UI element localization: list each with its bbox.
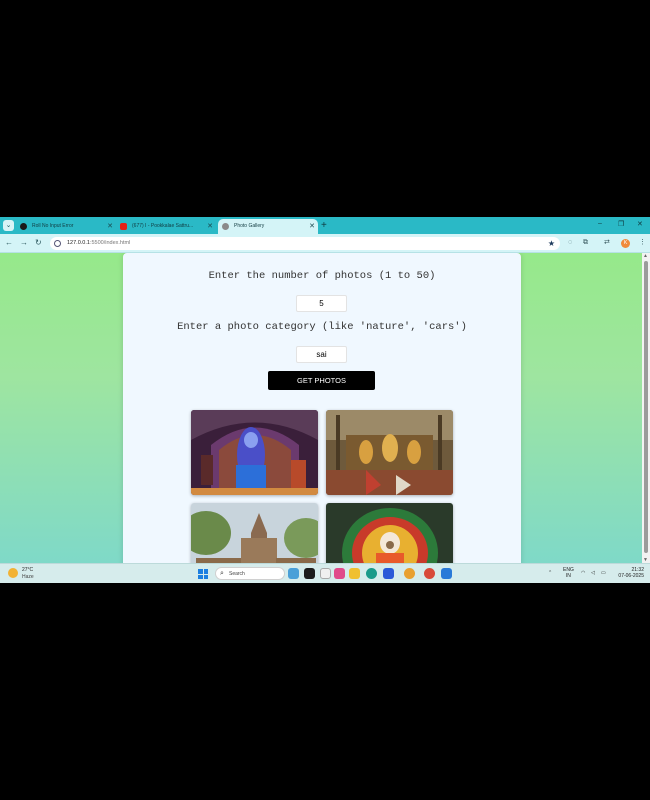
- profile-avatar[interactable]: K: [621, 239, 630, 248]
- forward-arrow-icon[interactable]: →: [20, 238, 28, 248]
- battery-icon[interactable]: ▭: [601, 570, 606, 576]
- screen: ⌄ Roll No Input Error ✕ (677) I - Pookka…: [0, 217, 650, 583]
- file-explorer-icon[interactable]: [349, 568, 360, 579]
- cast-icon[interactable]: ◌: [568, 238, 572, 248]
- tab-title: Roll No Input Error: [32, 223, 74, 229]
- search-label: Search: [229, 571, 245, 577]
- globe-icon: [222, 223, 229, 230]
- copilot-icon[interactable]: [320, 568, 331, 579]
- language-bottom: IN: [565, 573, 571, 579]
- store-icon[interactable]: [383, 568, 394, 579]
- page-scrollbar[interactable]: ▲ ▼: [642, 253, 650, 563]
- translate-icon[interactable]: ⇄: [604, 238, 610, 248]
- gallery-photo[interactable]: [326, 503, 453, 563]
- windows-taskbar: 27°C Haze ⌕ Search ⌃ ENG IN ◠ ◁ ▭ 21:32 …: [0, 563, 650, 583]
- volume-icon[interactable]: ◁: [591, 570, 595, 576]
- search-icon: ⌕: [220, 570, 224, 577]
- close-icon[interactable]: ✕: [309, 219, 315, 234]
- wifi-icon[interactable]: ◠: [581, 570, 585, 576]
- bookmark-star-icon[interactable]: ★: [548, 237, 555, 250]
- tray-overflow-icon[interactable]: ⌃: [548, 570, 552, 576]
- chrome-icon[interactable]: [404, 568, 415, 579]
- site-info-icon[interactable]: [54, 240, 61, 247]
- app-icon[interactable]: [334, 568, 345, 579]
- vscode-icon[interactable]: [441, 568, 452, 579]
- widgets-icon[interactable]: [288, 568, 299, 579]
- scrollbar-thumb[interactable]: [644, 261, 648, 553]
- close-window-button[interactable]: ✕: [637, 220, 643, 228]
- weather-temperature: 27°C: [22, 567, 34, 573]
- gallery-card: Enter the number of photos (1 to 50) 5 E…: [123, 253, 521, 563]
- browser-toolbar: ← → ↻ 127.0.0.1:5500/index.html ★ ◌ ⧉ ⇄ …: [0, 234, 650, 253]
- weather-sun-icon[interactable]: [8, 568, 18, 578]
- address-bar[interactable]: 127.0.0.1:5500/index.html ★: [50, 237, 560, 250]
- tab-title: Photo Gallery: [234, 223, 265, 229]
- category-input[interactable]: sai: [296, 346, 347, 363]
- sai-baba-idol-image: [326, 503, 453, 563]
- gallery-photo[interactable]: [191, 503, 318, 563]
- language-indicator[interactable]: ENG IN: [563, 567, 574, 579]
- shrine-idol-image: [191, 410, 318, 495]
- windows-start-icon[interactable]: [198, 569, 208, 579]
- url-text: 127.0.0.1:5500/index.html: [67, 237, 130, 250]
- weather-condition: Haze: [22, 574, 34, 580]
- category-prompt: Enter a photo category (like 'nature', '…: [177, 321, 467, 333]
- youtube-icon: [120, 223, 127, 230]
- get-photos-button[interactable]: GET PHOTOS: [268, 371, 375, 390]
- gallery-photo[interactable]: [326, 410, 453, 495]
- tab-search-icon[interactable]: ⌄: [3, 220, 14, 231]
- gallery-photo[interactable]: [191, 410, 318, 495]
- extensions-icon[interactable]: ⧉: [583, 238, 588, 248]
- close-icon[interactable]: ✕: [107, 219, 113, 234]
- tab-title: (677) I - Pookkalae Sattru...: [132, 223, 194, 229]
- edge-icon[interactable]: [366, 568, 377, 579]
- temple-altar-image: [326, 410, 453, 495]
- tab-photo-gallery[interactable]: Photo Gallery ✕: [218, 219, 318, 234]
- url-host: 127.0.0.1: [67, 240, 90, 246]
- chrome-profile-icon[interactable]: [424, 568, 435, 579]
- tab-youtube[interactable]: (677) I - Pookkalae Sattru... ✕: [116, 219, 216, 234]
- clock-date: 07-06-2025: [618, 573, 644, 579]
- restore-button[interactable]: ❐: [618, 220, 624, 228]
- clock[interactable]: 21:32 07-06-2025: [612, 567, 644, 579]
- taskbar-search[interactable]: ⌕ Search: [215, 567, 285, 580]
- more-menu-icon[interactable]: ⋮: [639, 238, 646, 248]
- minimize-button[interactable]: –: [598, 220, 602, 227]
- scroll-up-icon[interactable]: ▲: [643, 253, 648, 259]
- new-tab-button[interactable]: +: [321, 219, 327, 232]
- url-path: :5500/index.html: [89, 240, 131, 246]
- stone-temple-image: [191, 503, 318, 563]
- back-arrow-icon[interactable]: ←: [5, 238, 13, 248]
- reload-icon[interactable]: ↻: [35, 238, 42, 248]
- close-icon[interactable]: ✕: [207, 219, 213, 234]
- tab-roll-no-input-error[interactable]: Roll No Input Error ✕: [16, 219, 116, 234]
- browser-tab-bar: ⌄ Roll No Input Error ✕ (677) I - Pookka…: [0, 217, 650, 234]
- count-prompt: Enter the number of photos (1 to 50): [208, 270, 436, 282]
- photo-count-input[interactable]: 5: [296, 295, 347, 312]
- page-viewport: Enter the number of photos (1 to 50) 5 E…: [0, 253, 650, 563]
- github-icon: [20, 223, 27, 230]
- task-view-icon[interactable]: [304, 568, 315, 579]
